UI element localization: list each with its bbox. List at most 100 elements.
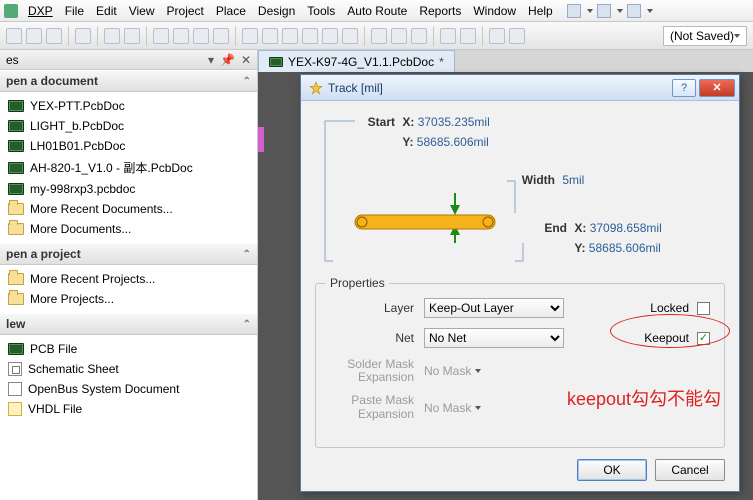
open-icon[interactable]	[26, 28, 42, 44]
chevron-down-icon[interactable]	[587, 9, 593, 13]
track-diagram: Start X: 37035.235mil Y: 58685.606mil Wi…	[315, 111, 725, 271]
recent-doc-item[interactable]: LH01B01.PcbDoc	[0, 136, 257, 156]
dialog-help-button[interactable]: ?	[672, 79, 696, 97]
start-label: Start	[355, 115, 395, 129]
panel-dropdown-icon[interactable]: ▾	[208, 53, 214, 67]
openbus-icon	[8, 382, 22, 396]
tool-icon[interactable]	[342, 28, 358, 44]
properties-legend: Properties	[326, 276, 389, 290]
tool-icon[interactable]	[173, 28, 189, 44]
cancel-button[interactable]: Cancel	[655, 459, 725, 481]
preview-icon[interactable]	[104, 28, 120, 44]
tool-icon[interactable]	[371, 28, 387, 44]
new-openbus[interactable]: OpenBus System Document	[0, 379, 257, 399]
end-label: End	[527, 221, 567, 235]
toolbar-mini-icon[interactable]	[627, 4, 641, 18]
track-properties-dialog: Track [mil] ? ✕ Start	[300, 74, 740, 492]
menu-project[interactable]: Project	[161, 2, 210, 20]
menu-place[interactable]: Place	[210, 2, 252, 20]
menu-autoroute[interactable]: Auto Route	[341, 2, 413, 20]
chevron-down-icon[interactable]	[647, 9, 653, 13]
tool-icon[interactable]	[411, 28, 427, 44]
menu-view[interactable]: View	[123, 2, 161, 20]
schematic-icon	[8, 362, 22, 376]
layer-label: Layer	[330, 301, 424, 315]
print-icon[interactable]	[75, 28, 91, 44]
redo-icon[interactable]	[460, 28, 476, 44]
pastemask-label: Paste Mask Expansion	[330, 394, 424, 420]
recent-doc-item[interactable]: LIGHT_b.PcbDoc	[0, 116, 257, 136]
tool-icon[interactable]	[193, 28, 209, 44]
recent-doc-item[interactable]: my-998rxp3.pcbdoc	[0, 179, 257, 199]
keepout-checkbox[interactable]	[697, 332, 710, 345]
menu-dxp[interactable]: DXP	[22, 2, 59, 20]
dialog-titlebar[interactable]: Track [mil] ? ✕	[301, 75, 739, 101]
panel-tab-label[interactable]: es	[0, 53, 19, 67]
layer-select[interactable]: Keep-Out Layer	[424, 298, 564, 318]
copy-icon[interactable]	[262, 28, 278, 44]
start-y-value[interactable]: 58685.606mil	[417, 135, 489, 149]
section-open-document[interactable]: pen a document⌃	[0, 70, 257, 92]
menu-reports[interactable]: Reports	[413, 2, 467, 20]
undo-icon[interactable]	[440, 28, 456, 44]
tool-icon[interactable]	[509, 28, 525, 44]
document-tab[interactable]: YEX-K97-4G_V1.1.PcbDoc *	[258, 50, 455, 72]
folder-icon	[8, 293, 24, 305]
tool-icon[interactable]	[153, 28, 169, 44]
section-open-project[interactable]: pen a project⌃	[0, 243, 257, 265]
pastemask-value: No Mask	[424, 401, 471, 415]
panel-close-icon[interactable]: ✕	[241, 53, 251, 67]
chevron-down-icon	[475, 369, 481, 373]
save-icon[interactable]	[46, 28, 62, 44]
pcb-doc-icon	[8, 120, 24, 132]
tool-icon[interactable]	[489, 28, 505, 44]
end-x-value[interactable]: 37098.658mil	[590, 221, 662, 235]
menu-help[interactable]: Help	[522, 2, 559, 20]
pcb-doc-icon	[8, 140, 24, 152]
select-icon[interactable]	[322, 28, 338, 44]
width-value[interactable]: 5mil	[562, 173, 584, 187]
menu-window[interactable]: Window	[467, 2, 522, 20]
end-y-value[interactable]: 58685.606mil	[589, 241, 661, 255]
tool-icon[interactable]	[391, 28, 407, 44]
locked-checkbox[interactable]	[697, 302, 710, 315]
more-recent-documents[interactable]: More Recent Documents...	[0, 199, 257, 219]
menu-edit[interactable]: Edit	[90, 2, 123, 20]
vhdl-icon	[8, 402, 22, 416]
new-icon[interactable]	[6, 28, 22, 44]
collapse-icon: ⌃	[243, 249, 251, 260]
ok-button[interactable]: OK	[577, 459, 647, 481]
recent-doc-item[interactable]: AH-820-1_V1.0 - 副本.PcbDoc	[0, 156, 257, 179]
menu-file[interactable]: File	[59, 2, 90, 20]
document-status-combo[interactable]: (Not Saved)	[663, 26, 747, 46]
zoom-icon[interactable]	[124, 28, 140, 44]
chevron-down-icon[interactable]	[617, 9, 623, 13]
more-projects[interactable]: More Projects...	[0, 289, 257, 309]
toolbar-mini-icon[interactable]	[597, 4, 611, 18]
app-logo-icon	[4, 4, 18, 18]
more-recent-projects[interactable]: More Recent Projects...	[0, 269, 257, 289]
toolbar-mini-icon[interactable]	[567, 4, 581, 18]
dirty-indicator: *	[439, 55, 444, 69]
more-documents[interactable]: More Documents...	[0, 219, 257, 239]
dialog-close-button[interactable]: ✕	[699, 79, 735, 97]
recent-doc-item[interactable]: YEX-PTT.PcbDoc	[0, 96, 257, 116]
cut-icon[interactable]	[242, 28, 258, 44]
new-pcb-file[interactable]: PCB File	[0, 339, 257, 359]
pcb-doc-icon	[8, 100, 24, 112]
panel-pin-icon[interactable]: 📌	[220, 53, 235, 67]
section-new[interactable]: lew⌃	[0, 313, 257, 335]
new-schematic[interactable]: Schematic Sheet	[0, 359, 257, 379]
pcb-doc-icon	[8, 162, 24, 174]
start-x-value[interactable]: 37035.235mil	[418, 115, 490, 129]
width-label: Width	[515, 173, 555, 187]
files-panel: es ▾ 📌 ✕ pen a document⌃ YEX-PTT.PcbDoc …	[0, 50, 258, 500]
tool-icon[interactable]	[302, 28, 318, 44]
menu-design[interactable]: Design	[252, 2, 301, 20]
tool-icon[interactable]	[213, 28, 229, 44]
new-vhdl[interactable]: VHDL File	[0, 399, 257, 419]
paste-icon[interactable]	[282, 28, 298, 44]
net-select[interactable]: No Net	[424, 328, 564, 348]
collapse-icon: ⌃	[243, 76, 251, 87]
menu-tools[interactable]: Tools	[301, 2, 341, 20]
